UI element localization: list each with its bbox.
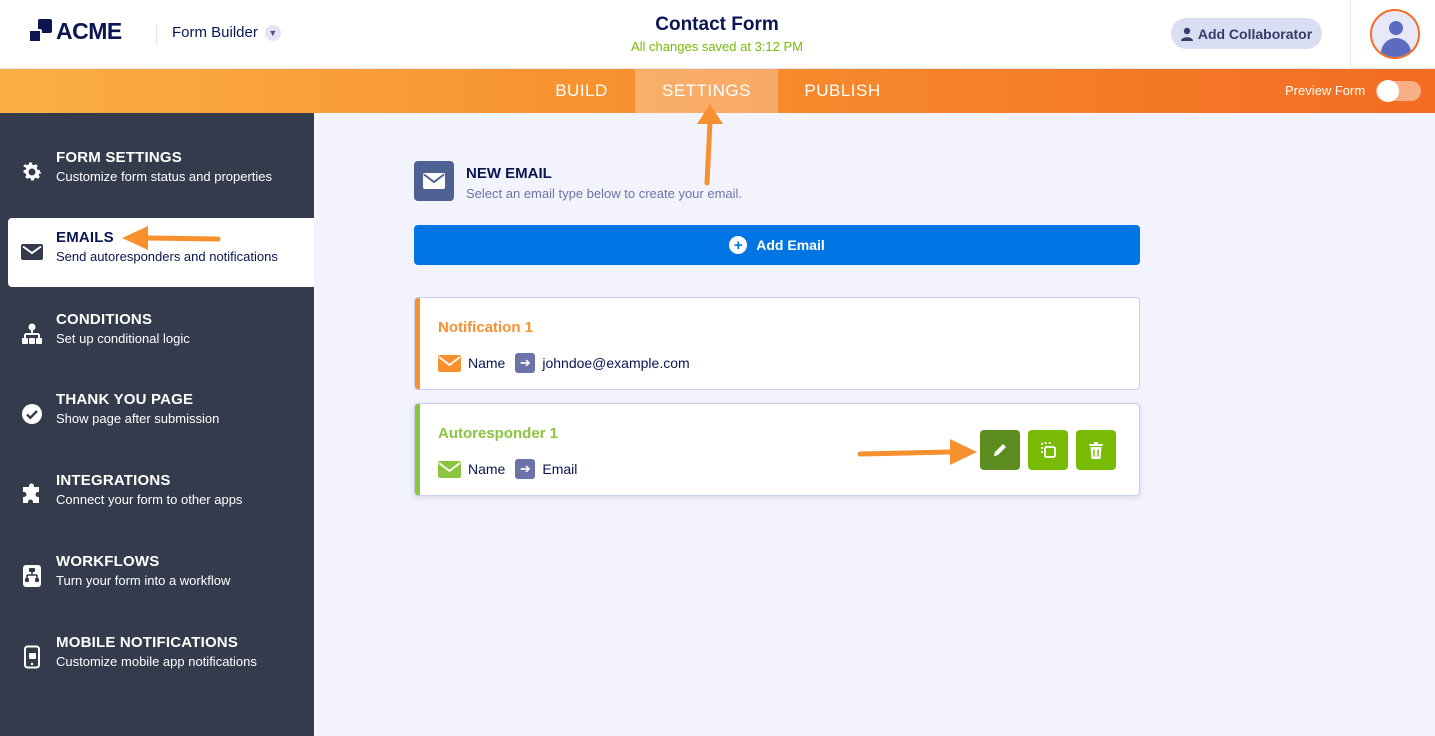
sitemap-icon — [22, 323, 42, 344]
email-route: Name ➔ johndoe@example.com — [438, 353, 690, 373]
pencil-icon — [994, 444, 1006, 456]
email-card-autoresponder[interactable]: Autoresponder 1 Name ➔ Email — [414, 403, 1140, 496]
sidebar-item-title: CONDITIONS — [56, 311, 153, 328]
email-card-title: Autoresponder 1 — [438, 425, 559, 442]
email-card-notification[interactable]: Notification 1 Name ➔ johndoe@example.co… — [414, 297, 1140, 390]
sidebar-item-subtitle: Customize form status and properties — [56, 169, 273, 184]
header-divider — [156, 24, 157, 44]
gear-icon — [23, 162, 42, 181]
envelope-icon — [438, 460, 461, 478]
form-title[interactable]: Contact Form — [517, 14, 917, 36]
sidebar-item-subtitle: Turn your form into a workflow — [56, 573, 231, 588]
tab-settings[interactable]: SETTINGS — [635, 69, 778, 113]
tab-build[interactable]: BUILD — [528, 69, 635, 113]
sidebar-item-conditions[interactable]: CONDITIONS Set up conditional logic — [8, 300, 314, 370]
envelope-icon — [438, 354, 461, 372]
arrow-right-icon: ➔ — [515, 459, 536, 479]
mobile-icon — [24, 645, 40, 669]
avatar[interactable] — [1370, 9, 1420, 59]
add-collaborator-label: Add Collaborator — [1197, 25, 1313, 42]
add-collaborator-button[interactable]: Add Collaborator — [1171, 18, 1322, 49]
sidebar-item-subtitle: Set up conditional logic — [56, 331, 190, 346]
settings-sidebar: FORM SETTINGS Customize form status and … — [0, 113, 314, 736]
new-email-title: NEW EMAIL — [466, 165, 552, 182]
puzzle-icon — [23, 483, 39, 503]
chevron-down-icon: ▼ — [264, 24, 281, 41]
arrow-to-settings-tab — [697, 104, 723, 186]
add-email-button[interactable]: + Add Email — [414, 225, 1140, 265]
acme-logo[interactable]: ACME — [28, 18, 122, 45]
check-circle-icon — [22, 404, 42, 424]
duplicate-icon — [1041, 442, 1056, 458]
preview-form-toggle[interactable] — [1376, 80, 1421, 102]
sidebar-item-integrations[interactable]: INTEGRATIONS Connect your form to other … — [8, 461, 314, 531]
app-name: Form Builder — [172, 24, 258, 41]
email-to: johndoe@example.com — [542, 355, 690, 371]
sidebar-item-subtitle: Show page after submission — [56, 411, 220, 426]
sidebar-item-subtitle: Connect your form to other apps — [56, 492, 243, 507]
sidebar-item-workflows[interactable]: WORKFLOWS Turn your form into a workflow — [8, 542, 314, 612]
tab-publish[interactable]: PUBLISH — [778, 69, 907, 113]
sidebar-item-thank-you-page[interactable]: THANK YOU PAGE Show page after submissio… — [8, 380, 314, 450]
trash-icon — [1089, 441, 1103, 459]
envelope-icon — [21, 244, 43, 260]
delete-email-button[interactable] — [1076, 430, 1116, 470]
avatar-head — [1389, 21, 1403, 35]
app-switcher[interactable]: Form Builder ▼ — [172, 24, 281, 41]
sidebar-item-title: EMAILS — [56, 229, 114, 246]
new-email-subtitle: Select an email type below to create you… — [466, 186, 743, 201]
sidebar-item-title: FORM SETTINGS — [56, 149, 182, 166]
sidebar-item-form-settings[interactable]: FORM SETTINGS Customize form status and … — [8, 138, 314, 208]
sidebar-item-emails[interactable]: EMAILS Send autoresponders and notificat… — [8, 218, 314, 287]
email-route: Name ➔ Email — [438, 459, 577, 479]
email-card-title: Notification 1 — [438, 319, 534, 336]
toggle-knob — [1377, 80, 1399, 102]
logo-text: ACME — [56, 18, 122, 44]
save-status: All changes saved at 3:12 PM — [631, 39, 803, 54]
main-navbar: BUILD SETTINGS PUBLISH Preview Form — [0, 69, 1435, 113]
edit-email-button[interactable] — [980, 430, 1020, 470]
arrow-right-icon: ➔ — [515, 353, 536, 373]
email-from: Name — [468, 355, 506, 371]
plus-circle-icon: + — [729, 236, 748, 254]
avatar-body — [1381, 38, 1411, 57]
sidebar-item-title: INTEGRATIONS — [56, 472, 171, 489]
sidebar-item-title: MOBILE NOTIFICATIONS — [56, 634, 239, 651]
sidebar-item-subtitle: Send autoresponders and notifications — [56, 249, 278, 264]
new-email-envelope-icon — [414, 161, 454, 201]
duplicate-email-button[interactable] — [1028, 430, 1068, 470]
sidebar-item-title: WORKFLOWS — [56, 553, 160, 570]
sidebar-item-title: THANK YOU PAGE — [56, 391, 194, 408]
email-from: Name — [468, 461, 506, 477]
header-separator — [1350, 0, 1351, 69]
sidebar-item-subtitle: Customize mobile app notifications — [56, 654, 257, 669]
sidebar-item-mobile-notifications[interactable]: MOBILE NOTIFICATIONS Customize mobile ap… — [8, 623, 314, 693]
preview-form-label: Preview Form — [1285, 83, 1366, 98]
logo-mark-icon — [28, 18, 52, 45]
card-accent-stripe — [415, 404, 420, 495]
email-to: Email — [542, 461, 578, 477]
top-header: ACME Form Builder ▼ Contact Form All cha… — [0, 0, 1435, 69]
form-title-block: Contact Form All changes saved at 3:12 P… — [517, 14, 917, 54]
add-email-label: Add Email — [756, 237, 825, 253]
card-accent-stripe — [415, 298, 420, 389]
workflow-icon — [23, 565, 41, 587]
user-icon — [1180, 27, 1193, 41]
